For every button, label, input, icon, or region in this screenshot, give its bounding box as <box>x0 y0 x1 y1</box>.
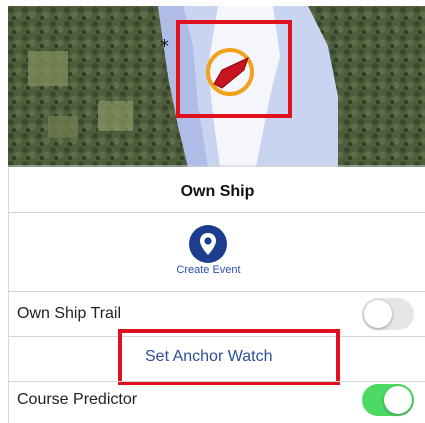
panel-title: Own Ship <box>180 183 255 200</box>
own-ship-trail-toggle[interactable] <box>362 298 414 330</box>
create-event-button[interactable] <box>189 225 227 263</box>
course-predictor-toggle[interactable] <box>362 384 414 416</box>
create-event-label[interactable]: Create Event <box>150 264 267 276</box>
toggle-knob <box>384 386 412 414</box>
location-pin-icon <box>200 233 216 255</box>
title-divider <box>9 212 425 213</box>
own-ship-screen: * Own Ship Create Event Own Ship Trail S… <box>0 0 425 423</box>
own-ship-trail-label: Own Ship Trail <box>17 305 122 322</box>
svg-text:*: * <box>160 36 169 57</box>
course-predictor-label: Course Predictor <box>17 391 138 408</box>
toggle-knob <box>364 300 392 328</box>
anchor-watch-highlight-box <box>118 329 340 385</box>
divider <box>8 291 425 292</box>
vessel-highlight-box <box>176 20 292 118</box>
divider <box>8 381 425 382</box>
